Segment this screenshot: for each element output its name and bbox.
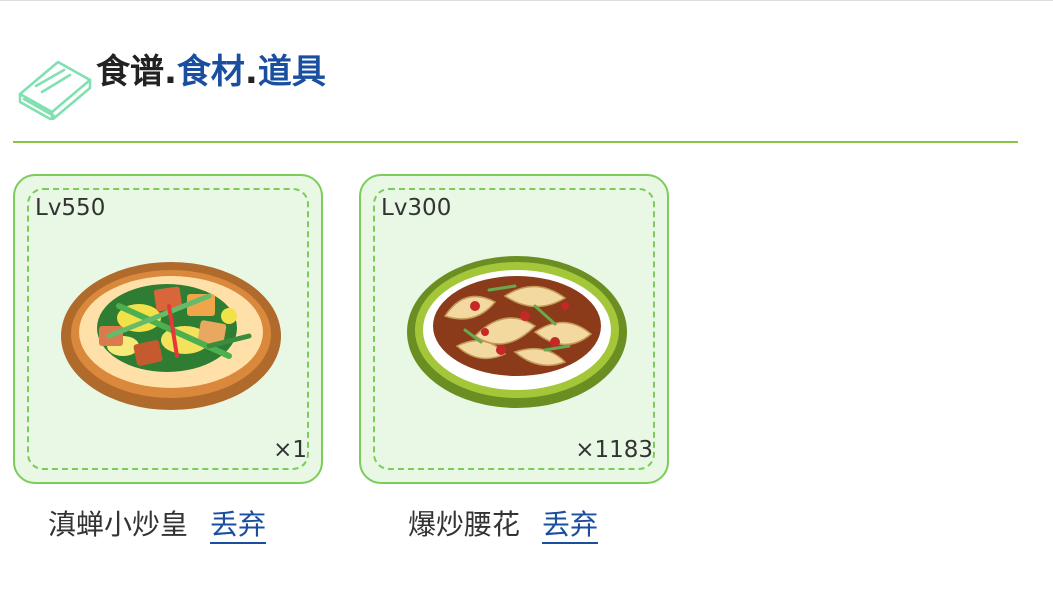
kidney-stir-fry-dish-image	[407, 256, 627, 408]
recipe-name: 爆炒腰花	[408, 508, 521, 541]
page-title: 食谱.食材.道具	[96, 52, 326, 92]
header-divider	[13, 141, 1018, 143]
recipe-card[interactable]: Lv300 ×1183	[359, 174, 669, 484]
recipe-name: 滇蝉小炒皇	[48, 508, 189, 541]
title-separator: .	[164, 52, 177, 92]
tab-ingredients[interactable]: 食材	[177, 52, 245, 92]
discard-button[interactable]: 丢弃	[542, 508, 599, 544]
recipe-row: 爆炒腰花 丢弃	[408, 505, 599, 545]
recipe-card[interactable]: Lv550 ×1	[13, 174, 323, 484]
stir-fry-dish-image	[61, 262, 281, 410]
recipe-count: ×1	[273, 437, 307, 463]
recipe-count: ×1183	[575, 437, 653, 463]
top-border	[0, 0, 1053, 1]
discard-button[interactable]: 丢弃	[210, 508, 267, 544]
recipe-row: 滇蝉小炒皇 丢弃	[48, 505, 267, 545]
book-icon	[18, 60, 92, 120]
tab-items[interactable]: 道具	[258, 52, 326, 92]
title-separator: .	[244, 52, 258, 92]
recipe-level: Lv300	[381, 195, 452, 221]
page-header: 食谱.食材.道具	[14, 46, 1018, 142]
recipe-level: Lv550	[35, 195, 106, 221]
title-recipes: 食谱	[96, 52, 164, 92]
